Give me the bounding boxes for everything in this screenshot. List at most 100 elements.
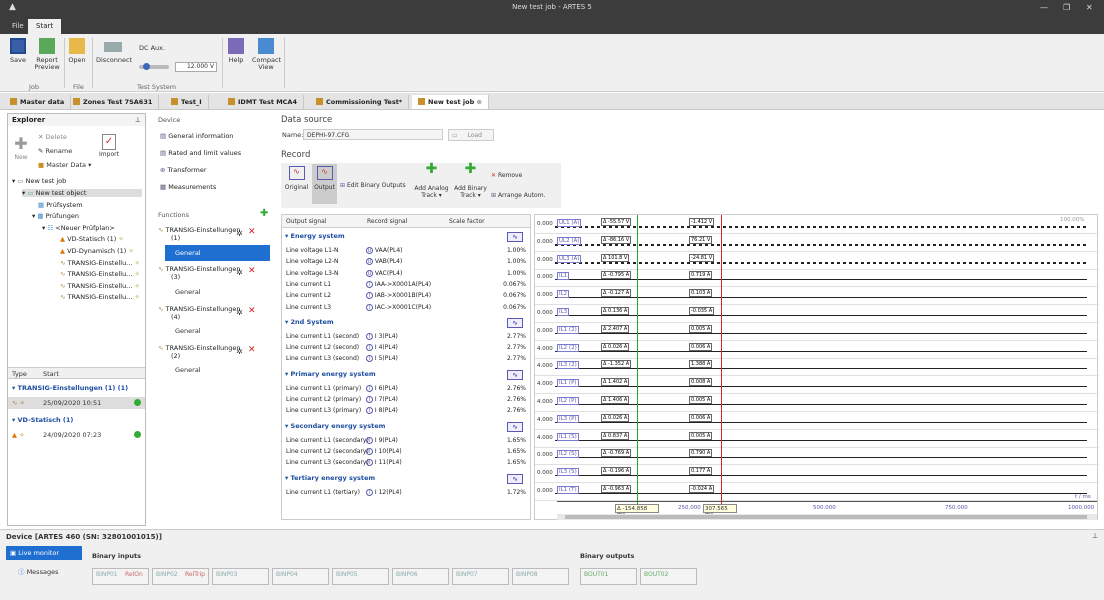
- list-item[interactable]: ∿ ✧ 25/09/2020 10:51: [8, 397, 145, 409]
- waveform-icon[interactable]: ∿: [507, 421, 523, 432]
- settings-icon[interactable]: ✲: [236, 268, 243, 277]
- output-button[interactable]: ∿ Output: [312, 164, 337, 204]
- original-button[interactable]: ∿ Original: [284, 166, 309, 191]
- messages-button[interactable]: ⓘ Messages: [18, 566, 58, 576]
- tree-item[interactable]: ▦ Prüfsystem: [38, 201, 83, 209]
- delete-function-icon[interactable]: ✕: [248, 227, 256, 237]
- restore-icon[interactable]: ❐: [1063, 3, 1070, 12]
- function-item[interactable]: ∿ TRANSIG-Einstellungen (2): [158, 344, 241, 360]
- settings-icon[interactable]: ✲: [236, 229, 243, 238]
- horizontal-scrollbar[interactable]: [557, 514, 1097, 520]
- dc-aux-value-input[interactable]: 12.000 V: [175, 62, 217, 72]
- settings-icon[interactable]: ✲: [236, 347, 243, 356]
- plot-track[interactable]: 0.000 IL3 (S) Δ -0.196 A 0.177 A: [535, 466, 1099, 484]
- tree-item[interactable]: ∿ TRANSIG-Einstellu... ✧: [60, 282, 140, 290]
- signal-row[interactable]: Line current L1 (primary) I I 6(PL4) 2.76%: [286, 384, 530, 395]
- tree-item[interactable]: ▲ VD-Dynamisch (1) ✧: [60, 247, 134, 255]
- tab-idmt-test[interactable]: IDMT Test MCA4: [222, 95, 304, 109]
- signal-row[interactable]: Line current L3 (primary) I I 8(PL4) 2.76%: [286, 407, 530, 417]
- tab-new-test-job[interactable]: New test job ⊗: [412, 95, 489, 109]
- plot-track[interactable]: 0.000 IL2 (S) Δ -0.769 A 0.790 A: [535, 448, 1099, 466]
- signal-row[interactable]: Line current L2 (primary) I I 7(PL4) 2.76%: [286, 396, 530, 406]
- plot-track[interactable]: 0.000 UL1 (A) Δ -55.57 V -1.412 V: [535, 217, 1099, 234]
- minimize-icon[interactable]: —: [1040, 3, 1048, 12]
- signal-row[interactable]: Line current L2 I IAB->X0001B(PL4) 0.067%: [286, 292, 530, 302]
- tree-item[interactable]: ▾ ▭ New test object: [22, 189, 142, 197]
- close-icon[interactable]: ✕: [1086, 3, 1093, 12]
- plot-track[interactable]: 4.000 IL3 (2) Δ -1.352 A 1.388 A: [535, 359, 1099, 377]
- add-function-icon[interactable]: ✚: [260, 208, 268, 219]
- function-sub-item-selected[interactable]: General: [165, 245, 270, 261]
- scrollbar-thumb[interactable]: [565, 515, 1087, 519]
- add-binary-track-button[interactable]: ✚ Add Binary Track ▾: [453, 162, 488, 199]
- plot-track[interactable]: 4.000 IL3 (P) Δ 0.026 A 0.006 A: [535, 413, 1099, 430]
- menu-start[interactable]: Start: [28, 19, 62, 34]
- waveform-icon[interactable]: ∿: [507, 232, 523, 242]
- edit-binary-outputs-button[interactable]: ⊞ Edit Binary Outputs: [340, 182, 406, 189]
- compact-view-button[interactable]: Compact View: [252, 38, 281, 71]
- rename-button[interactable]: ✎ Rename: [38, 147, 72, 155]
- signal-section-header[interactable]: ▾ Secondary energy system ∿: [285, 421, 529, 434]
- signal-section-header[interactable]: ▾ 2nd System ∿: [285, 317, 529, 330]
- rated-limit-item[interactable]: ▤ Rated and limit values: [160, 149, 241, 157]
- signal-section-header[interactable]: ▾ Energy system ∿: [285, 232, 529, 244]
- list-group-header[interactable]: ▾ VD-Statisch (1): [8, 414, 145, 426]
- tree-item[interactable]: ∿ TRANSIG-Einstellu... ✧: [60, 293, 140, 301]
- function-item[interactable]: ∿ TRANSIG-Einstellungen (3): [158, 265, 241, 281]
- remove-button[interactable]: ✕ Remove: [491, 172, 522, 179]
- waveform-icon[interactable]: ∿: [507, 369, 523, 380]
- master-data-dropdown[interactable]: ■ Master Data ▾: [38, 161, 91, 169]
- tab-test-i[interactable]: Test_I: [165, 95, 209, 109]
- function-sub-item[interactable]: General: [175, 327, 201, 335]
- tab-master-data[interactable]: Master data: [4, 95, 72, 109]
- waveform-icon[interactable]: ∿: [507, 473, 523, 484]
- plot-track[interactable]: 0.000 IL2 Δ -0.127 A 0.103 A: [535, 288, 1099, 306]
- plot-track[interactable]: 0.000 IL1 (T) Δ -0.963 A -0.024 A: [535, 484, 1099, 501]
- function-item[interactable]: ∿ TRANSIG-Einstellungen (1): [158, 226, 241, 242]
- plot-track[interactable]: 0.000 UL3 (A) Δ 101.8 V -24.81 V: [535, 253, 1099, 270]
- disconnect-button[interactable]: Disconnect: [96, 38, 132, 64]
- signal-row[interactable]: Line current L3 (secondary) I I 11(PL4) 1.…: [286, 459, 530, 469]
- help-button[interactable]: Help: [225, 38, 247, 64]
- tab-commissioning-test[interactable]: Commissioning Test*: [310, 95, 410, 109]
- dc-aux-slider[interactable]: [139, 63, 169, 70]
- plot-track[interactable]: 0.000 IL3 Δ 0.136 A -0.035 A: [535, 306, 1099, 323]
- cursor-line-1[interactable]: [637, 215, 638, 505]
- signal-section-header[interactable]: ▾ Primary energy system ∿: [285, 369, 529, 382]
- signal-section-header[interactable]: ▾ Tertiary energy system ∿: [285, 473, 529, 486]
- new-button[interactable]: ✚ New: [12, 134, 30, 161]
- delete-function-icon[interactable]: ✕: [248, 345, 256, 355]
- tree-item[interactable]: ▲ VD-Statisch (1) ✧: [60, 235, 124, 243]
- import-button[interactable]: ✓ Import: [98, 134, 120, 158]
- live-monitor-button[interactable]: ▣ Live monitor: [6, 546, 82, 560]
- delete-button[interactable]: ✕ Delete: [38, 133, 67, 141]
- add-analog-track-button[interactable]: ✚ Add Analog Track ▾: [414, 162, 449, 199]
- signal-row[interactable]: Line current L3 I IAC->X0001C(PL4) 0.067%: [286, 303, 530, 314]
- plot-track[interactable]: 0.000 UL2 (A) Δ -86.16 V 76.21 V: [535, 235, 1099, 252]
- plot-track[interactable]: 0.000 IL1 Δ -0.795 A 0.719 A: [535, 270, 1099, 288]
- tree-item[interactable]: ∿ TRANSIG-Einstellu... ✧: [60, 259, 140, 267]
- signal-row[interactable]: Line current L2 (secondary) I I 10(PL4) 1.…: [286, 447, 530, 458]
- plot-track[interactable]: 4.000 IL2 (2) Δ 0.026 A 0.006 A: [535, 342, 1099, 359]
- function-sub-item[interactable]: General: [175, 366, 201, 374]
- delete-function-icon[interactable]: ✕: [248, 266, 256, 276]
- signal-row[interactable]: Line current L1 (tertiary) I I 12(PL4) 1.7…: [286, 488, 530, 499]
- name-field[interactable]: DEPHI-97.CFG: [303, 129, 443, 140]
- signal-row[interactable]: Line current L1 (secondary) I I 9(PL4) 1.6…: [286, 436, 530, 447]
- function-sub-item[interactable]: General: [175, 288, 201, 296]
- save-button[interactable]: Save: [7, 38, 29, 64]
- signal-row[interactable]: Line voltage L1-N U VAA(PL4) 1.00%: [286, 247, 530, 257]
- tree-item[interactable]: ▾ ▭ New test job: [12, 177, 66, 185]
- tree-item[interactable]: ∿ TRANSIG-Einstellu... ✧: [60, 270, 140, 278]
- signal-row[interactable]: Line current L1 (second) I I 3(PL4) 2.77%: [286, 332, 530, 343]
- signal-row[interactable]: Line voltage L2-N U VAB(PL4) 1.00%: [286, 258, 530, 268]
- settings-icon[interactable]: ✲: [236, 308, 243, 317]
- arrange-autom-button[interactable]: ⊞ Arrange Autom.: [491, 192, 545, 199]
- plot-track[interactable]: 4.000 IL1 (S) Δ 0.837 A 0.005 A: [535, 431, 1099, 448]
- report-preview-button[interactable]: Report Preview: [33, 38, 61, 71]
- pin-icon[interactable]: ⊥: [1092, 532, 1098, 540]
- load-button[interactable]: ▭ Load: [448, 129, 494, 141]
- transformer-item[interactable]: ⊛ Transformer: [160, 166, 207, 174]
- signal-row[interactable]: Line current L3 (second) I I 5(PL4) 2.77%: [286, 355, 530, 365]
- pin-icon[interactable]: ⊥: [135, 116, 141, 124]
